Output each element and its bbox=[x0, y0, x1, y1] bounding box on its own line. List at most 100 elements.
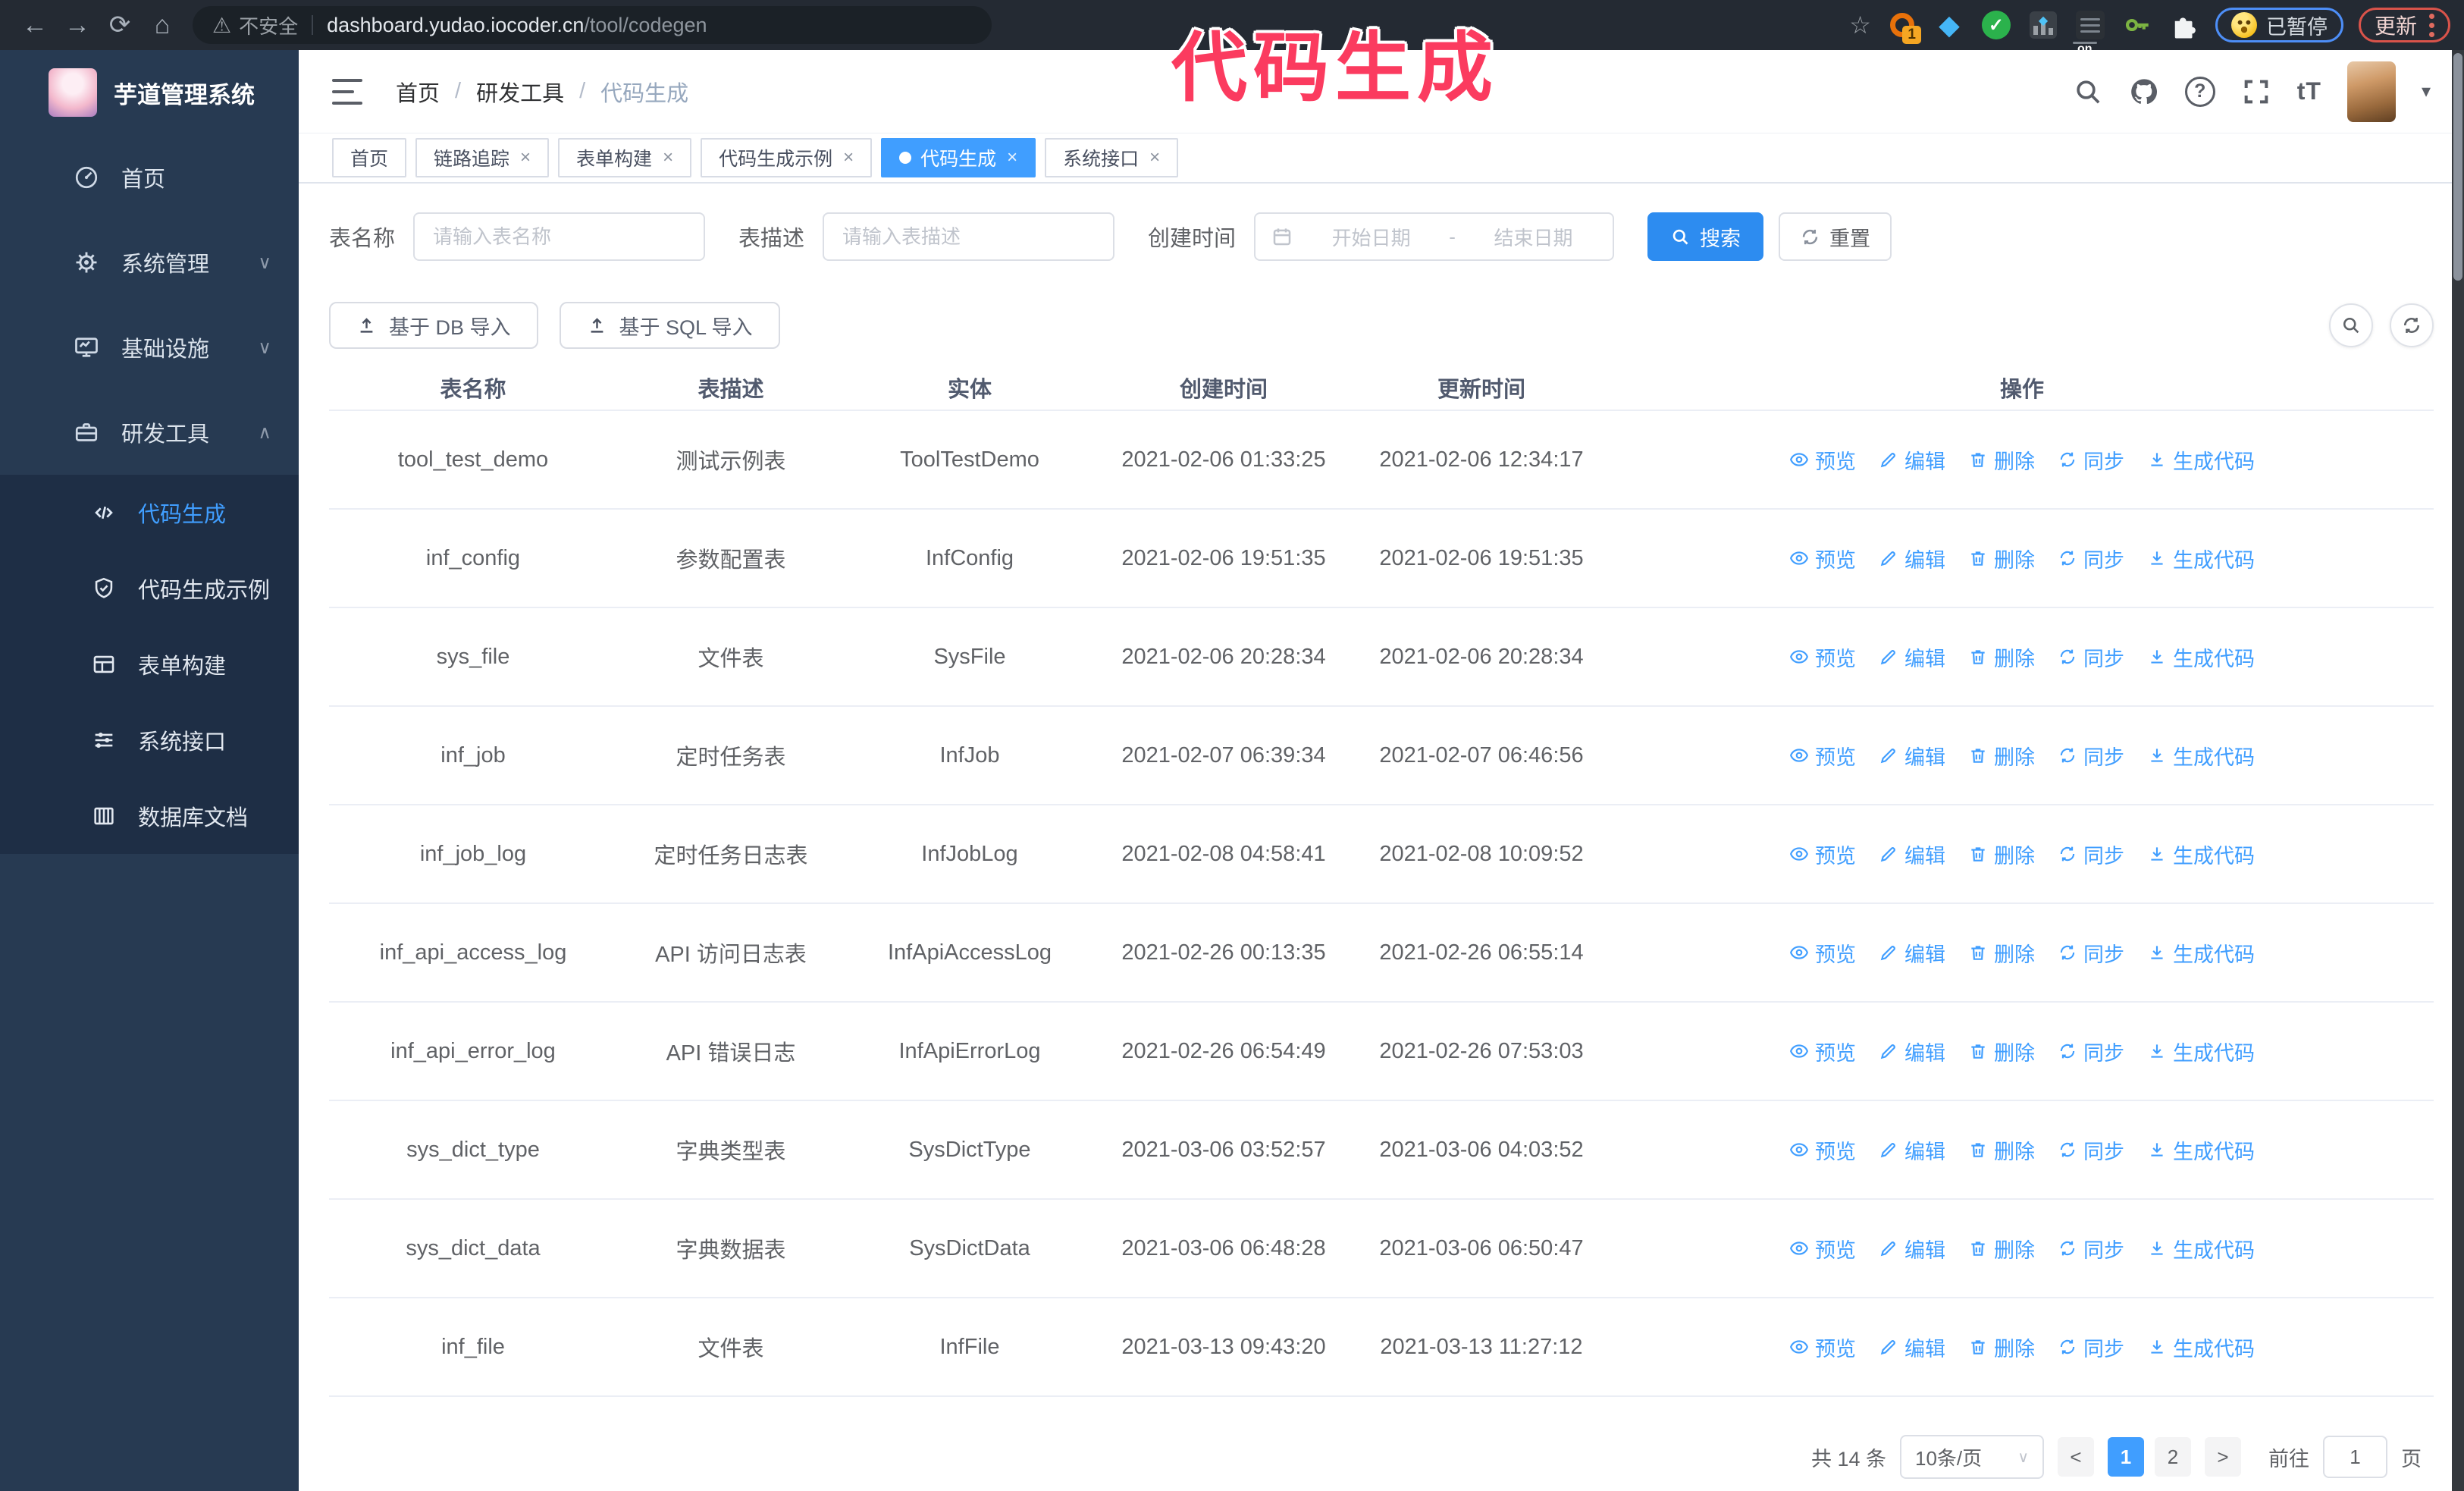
preview-link[interactable]: 预览 bbox=[1789, 1234, 1856, 1263]
caret-down-icon[interactable]: ▾ bbox=[2422, 80, 2431, 102]
edit-link[interactable]: 编辑 bbox=[1879, 741, 1945, 771]
sidebar-item-3[interactable]: 基础设施 ∨ bbox=[0, 305, 299, 390]
sidebar-toggle-icon[interactable] bbox=[332, 78, 362, 105]
page-size-select[interactable]: 10条/页 ∨ bbox=[1900, 1435, 2044, 1479]
edit-link[interactable]: 编辑 bbox=[1879, 642, 1945, 672]
generate-code-link[interactable]: 生成代码 bbox=[2147, 938, 2255, 968]
font-size-icon[interactable]: tT bbox=[2297, 77, 2321, 105]
generate-code-link[interactable]: 生成代码 bbox=[2147, 1037, 2255, 1066]
toggle-search-button[interactable] bbox=[2329, 303, 2373, 347]
delete-link[interactable]: 删除 bbox=[1968, 1037, 2035, 1066]
close-icon[interactable]: × bbox=[663, 147, 673, 168]
extension-columns-icon[interactable]: ◆ bbox=[2027, 9, 2059, 41]
generate-code-link[interactable]: 生成代码 bbox=[2147, 642, 2255, 672]
extension-puzzle-icon[interactable] bbox=[2168, 9, 2200, 41]
sidebar-subitem-4[interactable]: 系统接口 bbox=[0, 702, 299, 778]
preview-link[interactable]: 预览 bbox=[1789, 938, 1856, 968]
edit-link[interactable]: 编辑 bbox=[1879, 1332, 1945, 1362]
delete-link[interactable]: 删除 bbox=[1968, 1332, 2035, 1362]
tab-6[interactable]: 系统接口 × bbox=[1045, 138, 1179, 177]
delete-link[interactable]: 删除 bbox=[1968, 840, 2035, 869]
sidebar-subitem-5[interactable]: 数据库文档 bbox=[0, 778, 299, 854]
sync-link[interactable]: 同步 bbox=[2058, 445, 2124, 475]
scrollbar-thumb[interactable] bbox=[2453, 53, 2462, 281]
sync-link[interactable]: 同步 bbox=[2058, 741, 2124, 771]
preview-link[interactable]: 预览 bbox=[1789, 1332, 1856, 1362]
generate-code-link[interactable]: 生成代码 bbox=[2147, 445, 2255, 475]
search-button[interactable]: 搜索 bbox=[1647, 212, 1764, 261]
edit-link[interactable]: 编辑 bbox=[1879, 445, 1945, 475]
sidebar-item-4[interactable]: 研发工具 ∧ bbox=[0, 390, 299, 475]
back-icon[interactable]: ← bbox=[14, 11, 56, 40]
sync-link[interactable]: 同步 bbox=[2058, 840, 2124, 869]
delete-link[interactable]: 删除 bbox=[1968, 445, 2035, 475]
delete-link[interactable]: 删除 bbox=[1968, 1234, 2035, 1263]
preview-link[interactable]: 预览 bbox=[1789, 840, 1856, 869]
sidebar-subitem-2[interactable]: 代码生成示例 bbox=[0, 551, 299, 626]
preview-link[interactable]: 预览 bbox=[1789, 1037, 1856, 1066]
tab-5[interactable]: 代码生成 × bbox=[881, 138, 1036, 177]
paused-badge[interactable]: 已暂停 bbox=[2215, 8, 2343, 42]
update-button[interactable]: 更新 bbox=[2358, 8, 2450, 42]
sidebar-item-1[interactable]: 首页 bbox=[0, 135, 299, 220]
sidebar-item-2[interactable]: 系统管理 ∨ bbox=[0, 220, 299, 305]
preview-link[interactable]: 预览 bbox=[1789, 445, 1856, 475]
breadcrumb-item-2[interactable]: 研发工具 bbox=[476, 76, 564, 108]
address-bar[interactable]: ⚠ 不安全 dashboard.yudao.iocoder.cn /tool/c… bbox=[193, 6, 992, 44]
next-page-button[interactable]: > bbox=[2205, 1437, 2241, 1477]
tab-1[interactable]: 首页 bbox=[332, 138, 407, 177]
close-icon[interactable]: × bbox=[843, 147, 854, 168]
sidebar-subitem-1[interactable]: 代码生成 bbox=[0, 475, 299, 551]
extension-dark-icon[interactable]: on bbox=[2072, 9, 2106, 55]
preview-link[interactable]: 预览 bbox=[1789, 741, 1856, 771]
extension-orange-icon[interactable]: 1 bbox=[1886, 9, 1921, 44]
forward-icon[interactable]: → bbox=[56, 11, 99, 40]
app-logo[interactable]: 芋道管理系统 bbox=[0, 50, 299, 135]
page-scrollbar[interactable] bbox=[2452, 50, 2464, 1491]
tab-3[interactable]: 表单构建 × bbox=[558, 138, 692, 177]
sync-link[interactable]: 同步 bbox=[2058, 1332, 2124, 1362]
generate-code-link[interactable]: 生成代码 bbox=[2147, 1135, 2255, 1165]
search-icon[interactable] bbox=[2073, 77, 2103, 107]
sync-link[interactable]: 同步 bbox=[2058, 938, 2124, 968]
close-icon[interactable]: × bbox=[1149, 147, 1160, 168]
import-sql-button[interactable]: 基于 SQL 导入 bbox=[559, 302, 780, 349]
help-icon[interactable]: ? bbox=[2184, 76, 2215, 107]
delete-link[interactable]: 删除 bbox=[1968, 938, 2035, 968]
github-icon[interactable] bbox=[2129, 77, 2159, 107]
page-button-1[interactable]: 1 bbox=[2108, 1437, 2144, 1477]
sync-link[interactable]: 同步 bbox=[2058, 544, 2124, 573]
reload-icon[interactable]: ⟳ bbox=[99, 10, 141, 40]
generate-code-link[interactable]: 生成代码 bbox=[2147, 1234, 2255, 1263]
sync-link[interactable]: 同步 bbox=[2058, 1234, 2124, 1263]
preview-link[interactable]: 预览 bbox=[1789, 1135, 1856, 1165]
import-db-button[interactable]: 基于 DB 导入 bbox=[329, 302, 538, 349]
home-icon[interactable]: ⌂ bbox=[141, 11, 183, 40]
generate-code-link[interactable]: 生成代码 bbox=[2147, 741, 2255, 771]
delete-link[interactable]: 删除 bbox=[1968, 544, 2035, 573]
table-name-input[interactable] bbox=[413, 212, 706, 261]
edit-link[interactable]: 编辑 bbox=[1879, 840, 1945, 869]
preview-link[interactable]: 预览 bbox=[1789, 642, 1856, 672]
refresh-table-button[interactable] bbox=[2390, 303, 2434, 347]
sync-link[interactable]: 同步 bbox=[2058, 1135, 2124, 1165]
delete-link[interactable]: 删除 bbox=[1968, 1135, 2035, 1165]
breadcrumb-item-1[interactable]: 首页 bbox=[396, 76, 440, 108]
delete-link[interactable]: 删除 bbox=[1968, 741, 2035, 771]
edit-link[interactable]: 编辑 bbox=[1879, 544, 1945, 573]
tab-4[interactable]: 代码生成示例 × bbox=[701, 138, 873, 177]
fullscreen-icon[interactable] bbox=[2241, 77, 2271, 107]
tab-2[interactable]: 链路追踪 × bbox=[415, 138, 550, 177]
preview-link[interactable]: 预览 bbox=[1789, 544, 1856, 573]
sidebar-subitem-3[interactable]: 表单构建 bbox=[0, 626, 299, 702]
bookmark-star-icon[interactable]: ☆ bbox=[1849, 11, 1871, 39]
user-avatar[interactable] bbox=[2346, 61, 2396, 122]
generate-code-link[interactable]: 生成代码 bbox=[2147, 1332, 2255, 1362]
close-icon[interactable]: × bbox=[520, 147, 531, 168]
edit-link[interactable]: 编辑 bbox=[1879, 1234, 1945, 1263]
generate-code-link[interactable]: 生成代码 bbox=[2147, 840, 2255, 869]
extension-key-icon[interactable] bbox=[2121, 9, 2153, 41]
extension-check-icon[interactable]: ✓ bbox=[1980, 9, 2012, 41]
kebab-menu-icon[interactable] bbox=[2429, 13, 2434, 37]
edit-link[interactable]: 编辑 bbox=[1879, 1037, 1945, 1066]
